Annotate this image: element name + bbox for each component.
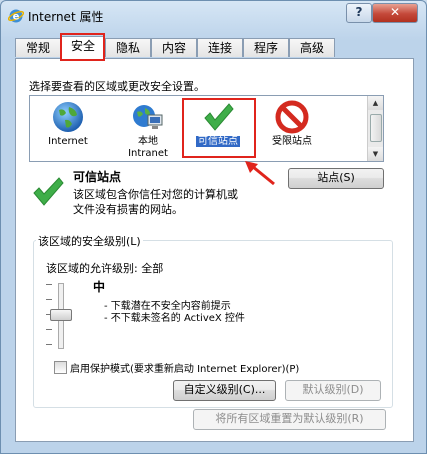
globe-icon xyxy=(53,102,83,132)
zone-restricted-sites[interactable]: 受限站点 xyxy=(258,96,326,161)
no-entry-icon xyxy=(275,100,309,134)
red-arrow-icon xyxy=(245,161,275,186)
sites-button[interactable]: 站点(S) xyxy=(288,168,384,189)
tab-connections[interactable]: 连接 xyxy=(197,38,243,57)
zone-description-line2: 文件没有损害的网站。 xyxy=(73,203,183,216)
zone-instruction: 选择要查看的区域或更改安全设置。 xyxy=(29,80,205,93)
zone-internet-label: Internet xyxy=(48,136,88,147)
protected-mode-checkbox[interactable] xyxy=(54,361,67,374)
trusted-zone-highlight xyxy=(182,98,256,158)
security-level-label: 该区域的安全级别(L) xyxy=(36,233,143,249)
custom-level-button[interactable]: 自定义级别(C)... xyxy=(173,380,276,401)
ie-icon: e xyxy=(8,9,24,23)
zone-local-intranet[interactable]: 本地 Intranet xyxy=(114,96,182,161)
zone-restricted-label: 受限站点 xyxy=(272,136,312,147)
tab-advanced[interactable]: 高级 xyxy=(289,38,335,57)
scroll-down-icon[interactable]: ▼ xyxy=(368,147,383,161)
zone-internet[interactable]: Internet xyxy=(34,96,102,161)
protected-mode-label[interactable]: 启用保护模式(要求重新启动 Internet Explorer)(P) xyxy=(70,360,299,375)
tab-privacy[interactable]: 隐私 xyxy=(105,38,151,57)
trusted-zone-checkmark-icon xyxy=(33,177,64,206)
intranet-icon xyxy=(133,105,163,129)
zone-scrollbar[interactable]: ▲ ▼ xyxy=(367,96,383,161)
current-level: 中 xyxy=(93,280,106,294)
zone-description-line1: 该区域包含你信任对您的计算机或 xyxy=(73,188,238,201)
security-level-slider-thumb[interactable] xyxy=(50,309,72,321)
tab-content[interactable]: 内容 xyxy=(151,38,197,57)
allowed-level-label: 该区域的允许级别: 全部 xyxy=(46,262,164,275)
window-title: Internet 属性 xyxy=(28,10,104,24)
svg-text:e: e xyxy=(13,12,20,23)
help-button[interactable]: ? xyxy=(346,3,372,23)
slider-tick xyxy=(46,284,52,285)
tab-programs[interactable]: 程序 xyxy=(243,38,289,57)
scroll-thumb[interactable] xyxy=(370,114,382,142)
zone-title: 可信站点 xyxy=(73,170,122,184)
reset-all-zones-button[interactable]: 将所有区域重置为默认级别(R) xyxy=(193,409,386,430)
title-bar[interactable]: e Internet 属性 ? ✕ xyxy=(1,1,426,31)
scroll-up-icon[interactable]: ▲ xyxy=(368,96,383,110)
close-button[interactable]: ✕ xyxy=(372,3,418,23)
slider-tick xyxy=(46,299,52,300)
zone-intranet-label: 本地 Intranet xyxy=(128,136,168,159)
slider-tick xyxy=(46,344,52,345)
default-level-button[interactable]: 默认级别(D) xyxy=(285,380,381,401)
slider-tick xyxy=(46,329,52,330)
tab-general[interactable]: 常规 xyxy=(15,38,61,57)
security-tab-highlight xyxy=(60,33,105,61)
level-bullet-2: - 不下载未签名的 ActiveX 控件 xyxy=(104,313,245,324)
